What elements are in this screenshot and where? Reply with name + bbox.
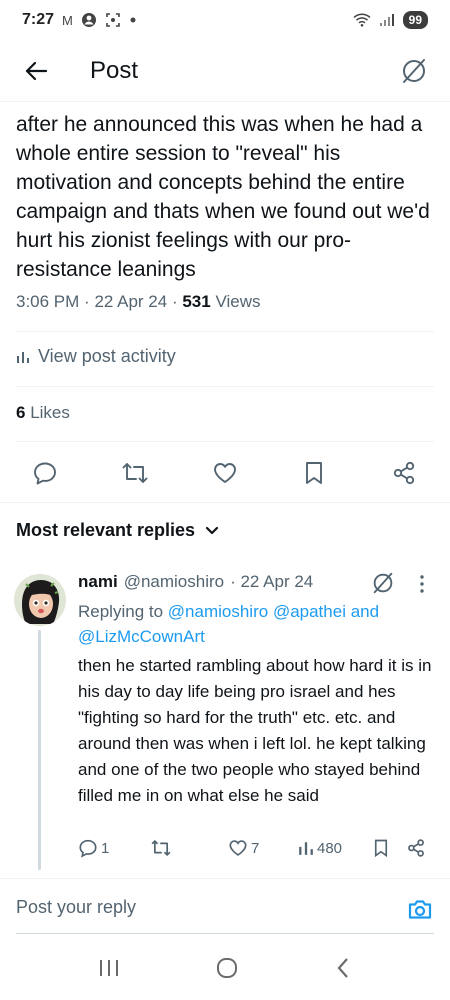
repost-icon: [151, 840, 171, 856]
replies-sort-label: Most relevant replies: [16, 520, 196, 540]
reply-grok-button[interactable]: [370, 570, 396, 601]
notification-icons: M: [62, 12, 73, 28]
reply-author-handle[interactable]: @namioshiro: [124, 572, 224, 592]
recents-button[interactable]: [97, 958, 121, 983]
home-button[interactable]: [215, 956, 239, 985]
likes-label: Likes: [30, 403, 70, 422]
section-divider: [0, 502, 450, 503]
replying-to: Replying to @namioshiro @apathei and @Li…: [78, 599, 428, 649]
grok-icon: [403, 58, 425, 83]
dot-icon: [130, 17, 136, 23]
chevron-left-icon: [337, 957, 348, 978]
reply-actions: 1 7 480: [0, 834, 450, 862]
reply-button[interactable]: [30, 458, 60, 488]
heart-icon: [229, 840, 247, 856]
replying-prefix: Replying to: [78, 602, 164, 621]
system-back-button[interactable]: [333, 956, 353, 985]
views-label: Views: [215, 292, 261, 311]
like-count: 7: [251, 839, 260, 857]
bookmark-icon: [374, 839, 388, 858]
activity-label: View post activity: [38, 346, 176, 366]
reply-more-button[interactable]: [418, 574, 426, 599]
mention-link[interactable]: @namioshiro: [168, 602, 268, 621]
screenshot-icon: [106, 13, 120, 27]
replies-sort-dropdown[interactable]: Most relevant replies: [16, 520, 219, 541]
chevron-down-icon: [205, 526, 219, 534]
reply-composer: Post your reply: [0, 878, 450, 938]
grok-icon: [373, 572, 393, 594]
app-header: Post: [0, 40, 450, 102]
reply-repost-button[interactable]: [150, 836, 172, 860]
likes-count: 6: [16, 403, 26, 422]
view-post-activity-link[interactable]: View post activity: [16, 346, 176, 367]
post-date: 22 Apr 24: [94, 292, 168, 311]
bar-chart-icon: [17, 351, 29, 363]
heart-icon: [214, 463, 236, 483]
mention-link[interactable]: @apathei: [273, 602, 346, 621]
bookmark-button[interactable]: [299, 458, 329, 488]
reply-item[interactable]: nami @namioshiro · 22 Apr 24 Replying to…: [0, 562, 450, 872]
reply-bookmark-button[interactable]: [372, 836, 390, 860]
post-meta: 3:06 PM · 22 Apr 24 · 531 Views: [16, 292, 261, 311]
home-icon: [217, 957, 237, 978]
mention-link[interactable]: @LizMcCownArt: [78, 627, 205, 646]
views-count: 531: [182, 292, 211, 311]
composer-underline: [16, 933, 434, 934]
bar-chart-icon: [299, 842, 313, 855]
divider: [16, 441, 434, 442]
reply-input[interactable]: Post your reply: [16, 897, 136, 918]
likes-link[interactable]: 6 Likes: [16, 403, 70, 423]
like-button[interactable]: [210, 458, 240, 488]
status-bar: 7:27 M 99: [0, 0, 450, 40]
reply-views-button[interactable]: 480: [298, 836, 342, 860]
view-count: 480: [317, 839, 343, 857]
reply-date: · 22 Apr 24: [230, 572, 314, 591]
repost-icon: [122, 463, 148, 483]
reply-like-button[interactable]: 7: [228, 836, 259, 860]
avatar-image: [14, 574, 66, 626]
signal-icon: [379, 14, 394, 26]
back-button[interactable]: [18, 53, 54, 89]
reply-header: nami @namioshiro · 22 Apr 24: [78, 572, 313, 592]
avatar[interactable]: [14, 574, 66, 626]
post-time: 3:06 PM: [16, 292, 80, 311]
reply-author-name[interactable]: nami: [78, 572, 118, 592]
share-icon: [408, 839, 424, 857]
reply-text: then he started rambling about how hard …: [78, 656, 432, 805]
reply-count: 1: [101, 839, 110, 857]
system-nav-bar: [0, 940, 450, 1000]
repost-button[interactable]: [120, 458, 150, 488]
clock: 7:27: [22, 11, 55, 28]
reply-icon: [34, 462, 56, 485]
reply-reply-button[interactable]: 1: [78, 836, 109, 860]
camera-button[interactable]: [404, 893, 436, 925]
share-icon: [393, 461, 415, 485]
divider: [16, 386, 434, 387]
battery-indicator: 99: [402, 11, 428, 29]
page-title: Post: [90, 56, 139, 84]
post-text: after he announced this was when he had …: [16, 113, 430, 281]
reply-share-button[interactable]: [406, 836, 426, 860]
grok-button[interactable]: [396, 53, 432, 89]
wifi-icon: [353, 13, 371, 27]
arrow-left-icon: [25, 61, 48, 80]
bookmark-icon: [306, 462, 322, 484]
camera-icon: [408, 900, 432, 919]
mention-conjunction: and: [350, 602, 380, 621]
share-button[interactable]: [389, 458, 419, 488]
account-icon: [81, 13, 96, 27]
more-vertical-icon: [420, 575, 424, 593]
reply-icon: [79, 839, 97, 858]
divider: [16, 331, 434, 332]
post-actions: [0, 452, 450, 492]
recents-icon: [100, 959, 118, 976]
